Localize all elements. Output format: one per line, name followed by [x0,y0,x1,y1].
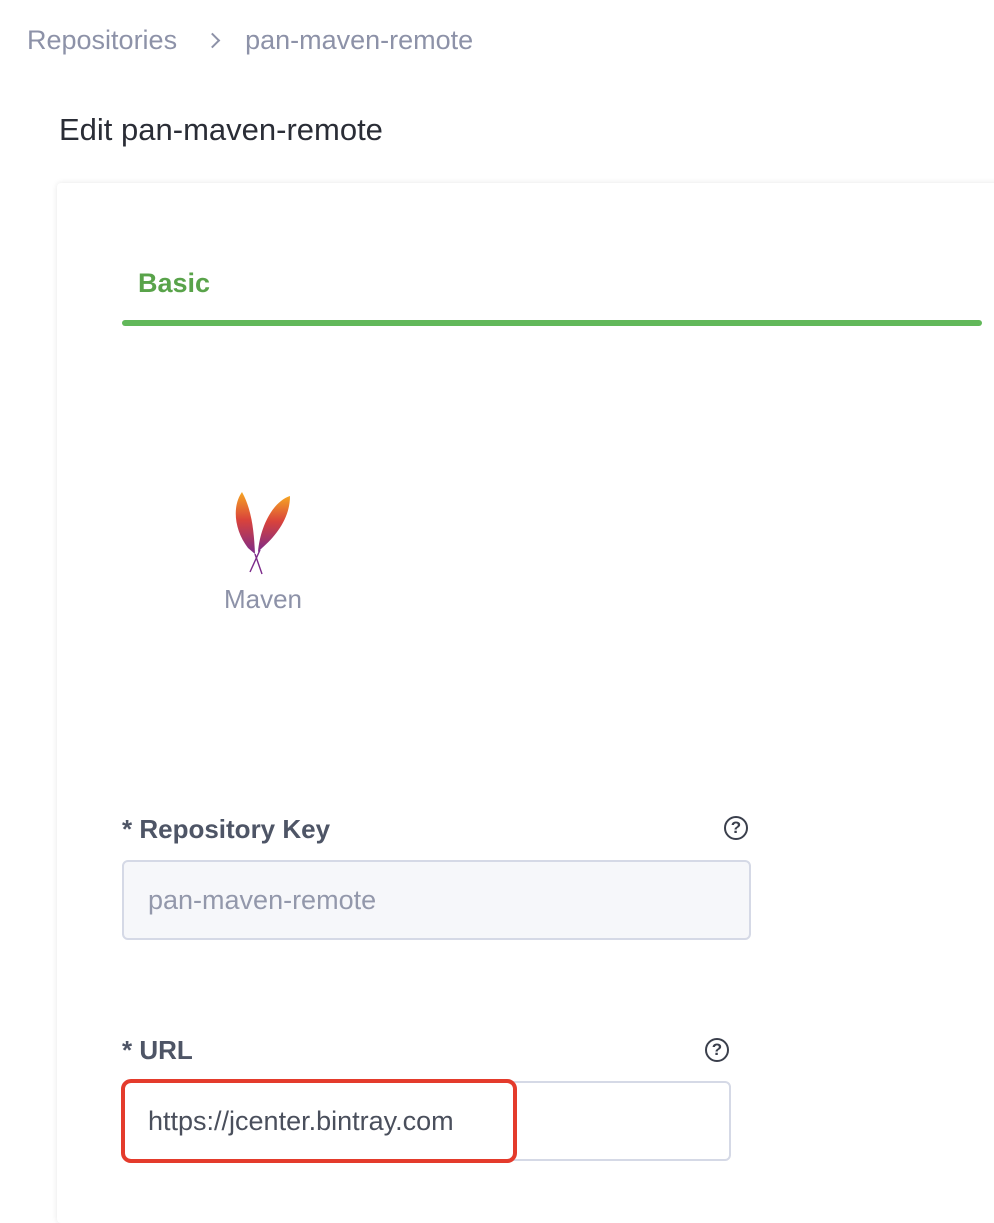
apache-feather-icon [235,492,290,575]
breadcrumb: Repositories pan-maven-remote [27,22,473,58]
edit-repository-card: Basic Maven * Repository Key ? * URL ? [57,183,994,1223]
page-title: Edit pan-maven-remote [59,112,383,147]
repository-key-label: * Repository Key [122,814,331,844]
package-type-maven: Maven [207,488,319,615]
repository-key-input[interactable] [122,860,751,940]
breadcrumb-repositories-link[interactable]: Repositories [27,25,177,56]
help-icon[interactable]: ? [705,1038,729,1062]
help-icon[interactable]: ? [724,816,748,840]
breadcrumb-current: pan-maven-remote [245,24,474,55]
tab-basic[interactable]: Basic [138,268,210,299]
tab-active-indicator [122,320,982,326]
url-input[interactable] [122,1081,731,1161]
url-label: * URL [122,1035,193,1065]
package-type-label: Maven [223,584,303,614]
chevron-right-icon [207,34,219,46]
